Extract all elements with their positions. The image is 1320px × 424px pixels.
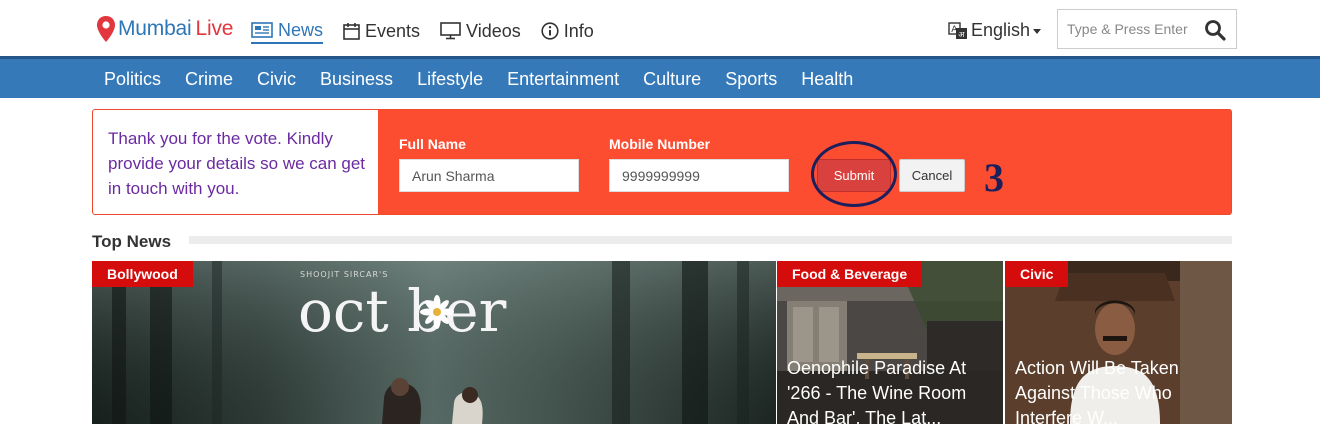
category-sports[interactable]: Sports (725, 69, 777, 90)
category-crime[interactable]: Crime (185, 69, 233, 90)
monitor-icon (440, 22, 461, 40)
search-box (1057, 9, 1237, 49)
vote-thanks-message: Thank you for the vote. Kindly provide y… (93, 110, 378, 214)
submit-button[interactable]: Submit (817, 159, 891, 192)
section-divider (189, 236, 1232, 244)
nav-videos[interactable]: Videos (440, 18, 521, 44)
category-health[interactable]: Health (801, 69, 853, 90)
category-politics[interactable]: Politics (104, 69, 161, 90)
october-poster-image: SHOOJIT SIRCAR'S oct ber (92, 261, 776, 424)
news-card-food-beverage[interactable]: Food & Beverage Oenophile Paradise At '2… (777, 261, 1003, 424)
translate-icon: A अ (948, 21, 967, 39)
nav-news[interactable]: News (251, 18, 324, 44)
news-card-title[interactable]: Action Will Be Taken Against Those Who I… (1015, 356, 1225, 424)
news-card-civic[interactable]: Civic Action Will Be Taken Against Those… (1005, 261, 1232, 424)
poster-title-text: oct ber (298, 277, 507, 345)
category-tag[interactable]: Food & Beverage (777, 261, 923, 287)
primary-nav: News Events Videos Info (251, 18, 614, 44)
language-selector[interactable]: A अ English (948, 20, 1042, 41)
calendar-icon (343, 23, 360, 40)
site-header: Mumbai Live News Events Videos Info A अ … (0, 0, 1320, 56)
category-bar: Politics Crime Civic Business Lifestyle … (0, 56, 1320, 98)
svg-text:अ: अ (958, 30, 965, 39)
category-entertainment[interactable]: Entertainment (507, 69, 619, 90)
map-pin-icon (97, 16, 115, 42)
cancel-button[interactable]: Cancel (899, 159, 965, 192)
mobile-number-label: Mobile Number (609, 136, 711, 152)
category-lifestyle[interactable]: Lifestyle (417, 69, 483, 90)
nav-info[interactable]: Info (541, 18, 594, 44)
news-card-bollywood[interactable]: SHOOJIT SIRCAR'S oct ber Bollywood (92, 261, 776, 424)
annotation-number: 3 (984, 155, 1004, 200)
mobile-number-field[interactable] (609, 159, 789, 192)
info-icon (541, 22, 559, 40)
category-business[interactable]: Business (320, 69, 393, 90)
chevron-down-icon (1033, 29, 1042, 34)
language-label: English (971, 20, 1031, 40)
nav-events[interactable]: Events (343, 18, 420, 44)
search-input[interactable] (1067, 14, 1207, 44)
top-news-heading: Top News (92, 232, 172, 251)
search-icon[interactable] (1204, 19, 1226, 41)
category-tag[interactable]: Civic (1005, 261, 1069, 287)
category-culture[interactable]: Culture (643, 69, 701, 90)
site-logo[interactable]: Mumbai Live (96, 14, 233, 44)
full-name-label: Full Name (399, 136, 466, 152)
category-civic[interactable]: Civic (257, 69, 296, 90)
full-name-field[interactable] (399, 159, 579, 192)
newspaper-icon (251, 22, 273, 38)
news-card-title[interactable]: Oenophile Paradise At '266 - The Wine Ro… (787, 356, 997, 424)
logo-text: Mumbai Live (118, 17, 234, 40)
vote-details-banner: Thank you for the vote. Kindly provide y… (92, 109, 1232, 215)
category-tag[interactable]: Bollywood (92, 261, 193, 287)
category-list: Politics Crime Civic Business Lifestyle … (104, 69, 877, 90)
